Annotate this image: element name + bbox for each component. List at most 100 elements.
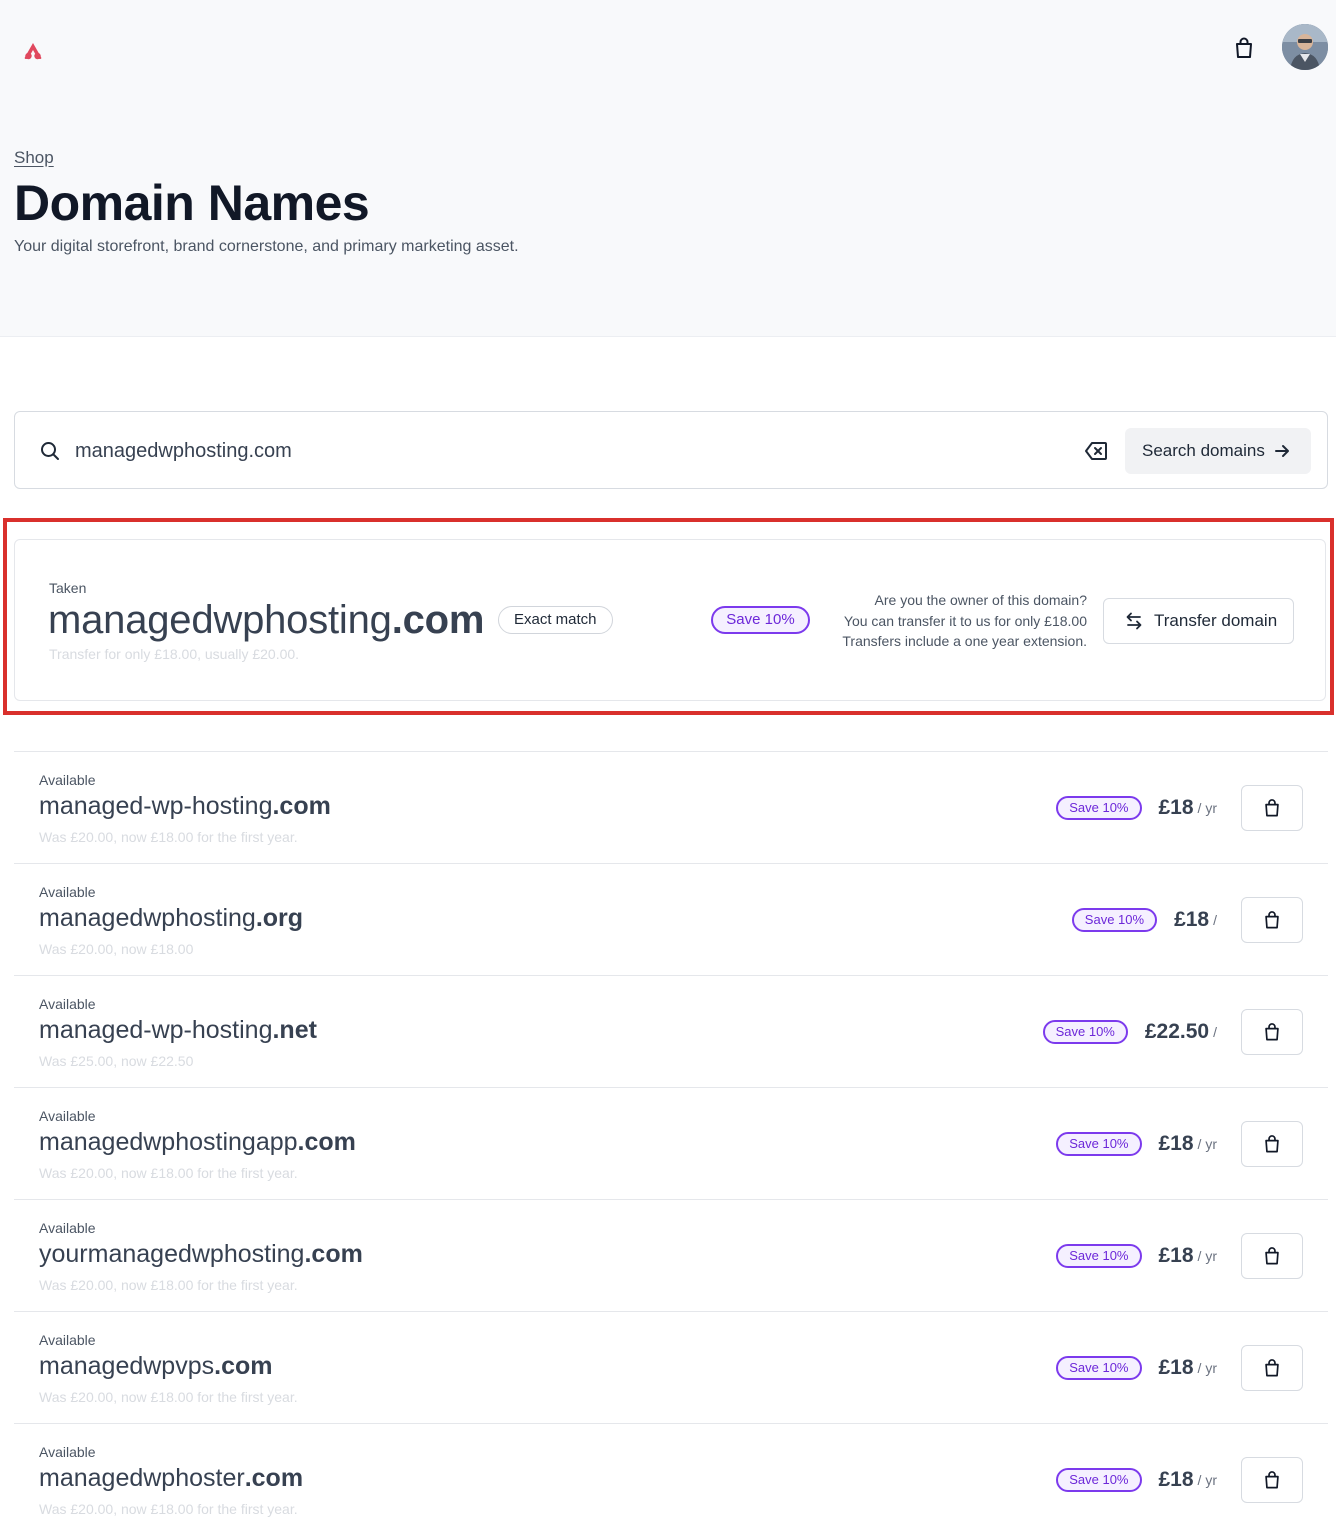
domain-label: managed-wp-hosting bbox=[39, 1016, 273, 1044]
transfer-info-line: Transfers include a one year extension. bbox=[842, 633, 1087, 649]
add-to-cart-button[interactable] bbox=[1241, 1009, 1303, 1055]
save-badge: Save 10% bbox=[1042, 1020, 1128, 1044]
shopping-bag-icon bbox=[1265, 911, 1279, 929]
domain-tld: .com bbox=[272, 792, 331, 820]
save-badge: Save 10% bbox=[1056, 1356, 1142, 1380]
list-item: Available managedwphostingapp.com Was £2… bbox=[14, 1087, 1328, 1199]
transfer-info-line: Are you the owner of this domain? bbox=[874, 592, 1087, 608]
save-badge: Save 10% bbox=[1056, 1468, 1142, 1492]
price-note: Was £20.00, now £18.00 for the first yea… bbox=[39, 1165, 298, 1181]
transfer-domain-label: Transfer domain bbox=[1154, 611, 1278, 630]
domain-label: managedwphostingapp bbox=[39, 1128, 298, 1156]
domain-tld: .org bbox=[255, 904, 304, 932]
price: £18 bbox=[1158, 1132, 1194, 1155]
price-note: Was £25.00, now £22.50 bbox=[39, 1053, 194, 1069]
domain-label: managed-wp-hosting bbox=[39, 792, 273, 820]
price-period: / bbox=[1213, 1024, 1217, 1040]
price-group: Save 10% £18 / yr bbox=[1056, 1355, 1217, 1381]
transfer-domain-button[interactable]: Transfer domain bbox=[1103, 598, 1294, 644]
domain-name: managedwphosting.org bbox=[39, 904, 303, 933]
list-item: Available yourmanagedwphosting.com Was £… bbox=[14, 1199, 1328, 1311]
price: £18 bbox=[1158, 1356, 1194, 1379]
price-group: Save 10% £18 / yr bbox=[1056, 1467, 1217, 1493]
search-domains-button[interactable]: Search domains bbox=[1125, 428, 1311, 474]
transfer-info: Are you the owner of this domain? You ca… bbox=[795, 590, 1087, 652]
search-input[interactable] bbox=[75, 434, 1055, 468]
add-to-cart-button[interactable] bbox=[1241, 785, 1303, 831]
price-period: / yr bbox=[1197, 1360, 1217, 1376]
save-badge: Save 10% bbox=[1056, 1244, 1142, 1268]
user-avatar-image bbox=[1282, 24, 1328, 70]
page-subtitle: Your digital storefront, brand cornersto… bbox=[14, 238, 519, 255]
price-period: / yr bbox=[1197, 800, 1217, 816]
domain-status: Available bbox=[39, 884, 96, 900]
domain-name: managed-wp-hosting.com bbox=[39, 792, 331, 821]
domain-name: managedwphosting.com bbox=[48, 598, 484, 643]
shopping-bag-icon bbox=[1265, 799, 1279, 817]
price-group: Save 10% £18 / bbox=[1071, 907, 1217, 933]
list-item: Available managed-wp-hosting.com Was £20… bbox=[14, 751, 1328, 863]
shopping-bag-icon bbox=[1265, 1135, 1279, 1153]
save-badge: Save 10% bbox=[1056, 1132, 1142, 1156]
transfer-price-note: Transfer for only £18.00, usually £20.00… bbox=[49, 646, 300, 662]
avatar[interactable] bbox=[1282, 24, 1328, 70]
price-note: Was £20.00, now £18.00 for the first yea… bbox=[39, 1277, 298, 1293]
domain-tld: .com bbox=[244, 1464, 304, 1492]
domain-status: Taken bbox=[49, 580, 87, 596]
clear-input-icon[interactable] bbox=[1084, 440, 1108, 462]
save-badge: Save 10% bbox=[1056, 796, 1142, 820]
domain-name: managedwphoster.com bbox=[39, 1464, 303, 1493]
price-group: Save 10% £18 / yr bbox=[1056, 795, 1217, 821]
add-to-cart-button[interactable] bbox=[1241, 1457, 1303, 1503]
add-to-cart-button[interactable] bbox=[1241, 1233, 1303, 1279]
price-group: Save 10% £18 / yr bbox=[1056, 1131, 1217, 1157]
price-period: / yr bbox=[1197, 1472, 1217, 1488]
price-note: Was £20.00, now £18.00 for the first yea… bbox=[39, 1501, 298, 1517]
list-item: Available managedwphoster.com Was £20.00… bbox=[14, 1423, 1328, 1535]
exact-match-badge: Exact match bbox=[498, 606, 613, 634]
list-item: Available managedwpvps.com Was £20.00, n… bbox=[14, 1311, 1328, 1423]
domain-status: Available bbox=[39, 1332, 96, 1348]
price-period: / yr bbox=[1197, 1136, 1217, 1152]
price: £18 bbox=[1158, 1244, 1194, 1267]
domain-status: Available bbox=[39, 1220, 96, 1236]
search-icon bbox=[41, 442, 59, 460]
domain-tld: .com bbox=[391, 598, 485, 642]
domain-name: managedwpvps.com bbox=[39, 1352, 272, 1381]
domain-status: Available bbox=[39, 996, 96, 1012]
domain-tld: .com bbox=[304, 1240, 363, 1268]
arrow-right-icon bbox=[1274, 445, 1289, 457]
search-domains-label: Search domains bbox=[1142, 441, 1265, 460]
price-group: Save 10% £18 / yr bbox=[1056, 1243, 1217, 1269]
domain-status: Available bbox=[39, 1108, 96, 1124]
price-note: Was £20.00, now £18.00 for the first yea… bbox=[39, 1389, 298, 1405]
price: £18 bbox=[1158, 796, 1194, 819]
domain-label: managedwphoster bbox=[39, 1464, 245, 1492]
shopping-bag-icon bbox=[1265, 1359, 1279, 1377]
brand-logo-icon[interactable] bbox=[22, 42, 44, 60]
domain-name: yourmanagedwphosting.com bbox=[39, 1240, 363, 1269]
price: £18 bbox=[1174, 908, 1210, 931]
domain-label: managedwpvps bbox=[39, 1352, 215, 1380]
price-period: / bbox=[1213, 912, 1217, 928]
domain-search-bar: Search domains bbox=[14, 411, 1328, 489]
page-header: Shop Domain Names Your digital storefron… bbox=[0, 0, 1336, 337]
price: £22.50 bbox=[1144, 1020, 1210, 1043]
add-to-cart-button[interactable] bbox=[1241, 897, 1303, 943]
price-note: Was £20.00, now £18.00 bbox=[39, 941, 194, 957]
exact-match-card: Taken managedwphosting.com Exact match T… bbox=[14, 539, 1326, 701]
domain-tld: .com bbox=[297, 1128, 356, 1156]
list-item: Available managedwphosting.org Was £20.0… bbox=[14, 863, 1328, 975]
page-title: Domain Names bbox=[14, 175, 370, 231]
save-badge: Save 10% bbox=[1071, 908, 1158, 932]
price: £18 bbox=[1158, 1468, 1194, 1491]
domain-tld: .net bbox=[272, 1016, 317, 1044]
shopping-bag-icon[interactable] bbox=[1231, 35, 1257, 61]
add-to-cart-button[interactable] bbox=[1241, 1121, 1303, 1167]
shopping-bag-icon bbox=[1265, 1247, 1279, 1265]
domain-status: Available bbox=[39, 1444, 96, 1460]
domain-label: yourmanagedwphosting bbox=[39, 1240, 305, 1268]
breadcrumb[interactable]: Shop bbox=[14, 148, 54, 168]
add-to-cart-button[interactable] bbox=[1241, 1345, 1303, 1391]
transfer-info-line: You can transfer it to us for only £18.0… bbox=[843, 612, 1087, 629]
